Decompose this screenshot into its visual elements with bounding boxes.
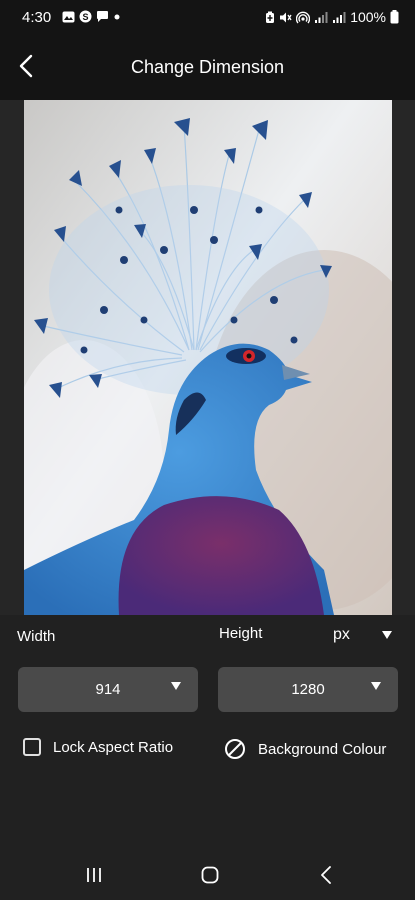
back-icon bbox=[321, 866, 331, 884]
home-button[interactable] bbox=[195, 862, 225, 888]
height-dropdown[interactable]: 1280 bbox=[218, 667, 398, 712]
mute-icon bbox=[280, 12, 292, 22]
recents-button[interactable] bbox=[79, 862, 109, 888]
height-label: Height bbox=[219, 625, 263, 642]
dot-icon bbox=[114, 14, 120, 19]
system-nav-bar bbox=[0, 850, 415, 900]
system-icons: 100% bbox=[265, 9, 399, 25]
status-time: 4:30 bbox=[22, 9, 52, 26]
background-colour-label: Background Colour bbox=[258, 740, 387, 758]
height-value: 1280 bbox=[291, 681, 325, 698]
battery-saver-icon bbox=[266, 11, 275, 23]
nav-back-button[interactable] bbox=[311, 862, 341, 888]
chat-icon bbox=[97, 11, 108, 22]
hotspot-icon bbox=[296, 11, 311, 23]
skype-icon: S bbox=[79, 10, 92, 23]
width-value: 914 bbox=[95, 681, 121, 698]
gallery-icon bbox=[62, 11, 75, 22]
background-colour-option[interactable]: Background Colour bbox=[224, 738, 386, 760]
no-color-icon bbox=[225, 739, 245, 759]
battery-percent: 100% bbox=[350, 9, 386, 25]
caret-down-icon bbox=[382, 631, 392, 639]
battery-icon bbox=[390, 10, 399, 24]
signal-icon bbox=[315, 12, 328, 23]
signal-icon bbox=[333, 12, 346, 23]
unit-select[interactable]: px bbox=[333, 623, 393, 647]
recents-icon bbox=[87, 868, 101, 882]
bird-photo bbox=[24, 100, 392, 615]
lock-aspect-checkbox[interactable] bbox=[23, 738, 41, 756]
image-preview[interactable] bbox=[24, 100, 392, 615]
page-title: Change Dimension bbox=[130, 57, 285, 77]
home-icon bbox=[201, 866, 219, 884]
width-label: Width bbox=[17, 628, 56, 645]
lock-aspect-label: Lock Aspect Ratio bbox=[53, 738, 174, 756]
caret-down-icon bbox=[171, 682, 181, 690]
lock-aspect-ratio-option[interactable]: Lock Aspect Ratio bbox=[23, 738, 173, 756]
svg-text:S: S bbox=[82, 12, 88, 22]
unit-value: px bbox=[333, 626, 350, 643]
caret-down-icon bbox=[371, 682, 381, 690]
app-bar: Change Dimension bbox=[0, 36, 415, 100]
width-dropdown[interactable]: 914 bbox=[18, 667, 198, 712]
canvas-area bbox=[0, 100, 415, 615]
status-bar: 4:30 S 100% bbox=[0, 0, 415, 36]
notification-icons: S bbox=[62, 10, 121, 23]
